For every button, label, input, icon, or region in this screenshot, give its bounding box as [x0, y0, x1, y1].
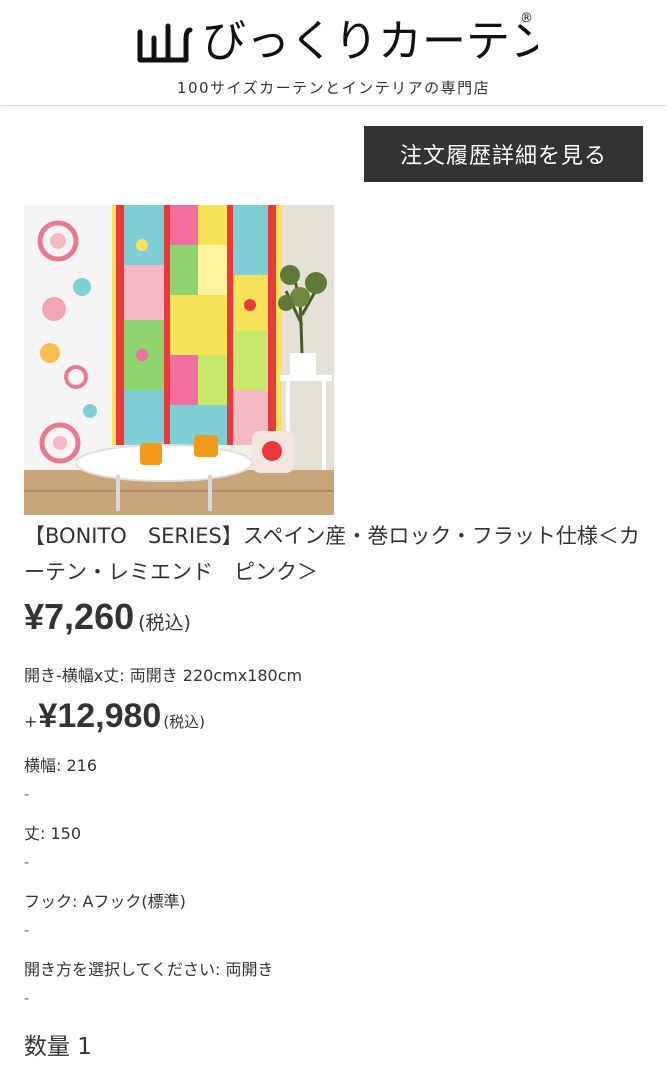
product-title[interactable]: 【BONITO SERIES】スペイン産・巻ロック・フラット仕様＜カーテン・レミ… [24, 518, 644, 590]
svg-text:®: ® [520, 11, 533, 26]
option-price-row: + ¥12,980 (税込) [24, 697, 205, 743]
product-price: ¥7,260 [24, 596, 135, 637]
product-image[interactable] [24, 205, 334, 515]
option-price: ¥12,980 [38, 697, 162, 735]
hook-option: フック: Aフック(標準) [24, 892, 186, 911]
length-option: 丈: 150 [24, 824, 82, 843]
order-history-detail-button[interactable]: 注文履歴詳細を見る [364, 126, 643, 182]
site-logo[interactable]: びっくりカーテン ® [128, 0, 538, 70]
open-size-option: 開き-横幅x丈: 両開き 220cmx180cm [24, 666, 303, 685]
quantity: 数量 1 [24, 1034, 92, 1060]
divider-dash: - [24, 855, 30, 871]
divider-dash: - [24, 923, 30, 939]
width-option: 横幅: 216 [24, 756, 98, 775]
opening-option: 開き方を選択してください: 両開き [24, 960, 274, 979]
site-header: びっくりカーテン ® 100サイズカーテンとインテリアの専門店 [0, 0, 667, 106]
option-price-prefix: + [24, 712, 38, 731]
divider-dash: - [24, 991, 30, 1007]
divider-dash: - [24, 787, 30, 803]
site-tagline: 100サイズカーテンとインテリアの専門店 [176, 79, 491, 97]
option-price-tax-label: (税込) [163, 713, 206, 731]
product-price-row: ¥7,260 (税込) [24, 596, 191, 646]
svg-text:びっくりカーテン: びっくりカーテン [202, 16, 538, 67]
product-price-tax-label: (税込) [138, 612, 191, 634]
